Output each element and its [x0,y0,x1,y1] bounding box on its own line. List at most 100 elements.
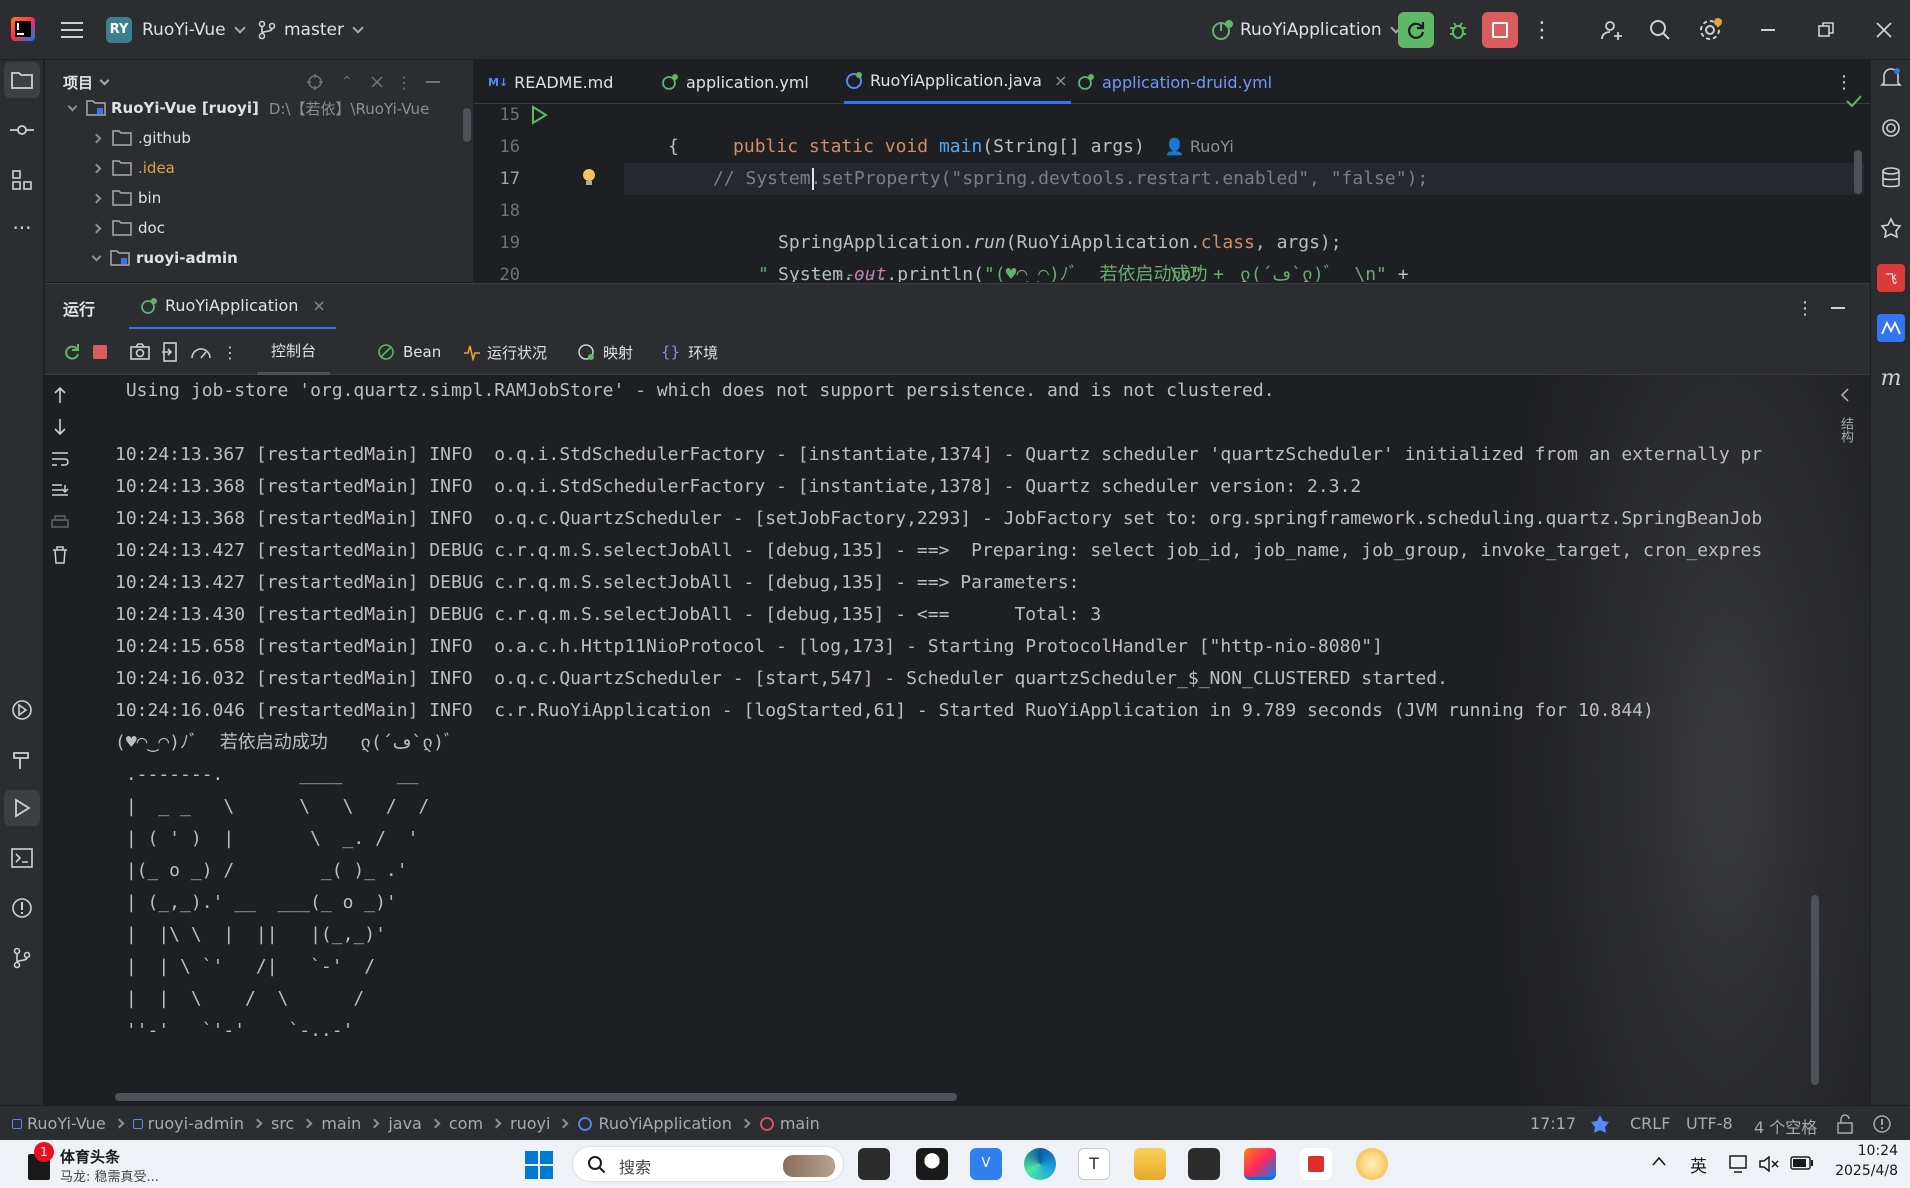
line-ending[interactable]: CRLF [1630,1114,1670,1133]
scroll-to-end-icon[interactable] [49,479,71,503]
tab-bean[interactable]: Bean [369,329,449,375]
breadcrumb-item[interactable]: main [759,1114,820,1133]
code-with-me-icon[interactable] [1590,1114,1610,1134]
camera-icon[interactable] [129,341,151,363]
maven-icon[interactable]: m [1877,364,1905,392]
typora-icon[interactable]: T [1078,1148,1110,1180]
battery-icon[interactable] [1790,1156,1814,1170]
tab-readme[interactable]: M↓ README.md [488,60,613,104]
run-gutter-icon[interactable] [530,105,548,125]
console-horizontal-scrollbar[interactable] [115,1093,957,1101]
tree-item-bin[interactable]: bin [45,183,473,213]
breadcrumb-item[interactable]: RuoYi-Vue [12,1114,106,1133]
run-config-selector[interactable]: RuoYiApplication [1210,0,1402,60]
stop-icon[interactable] [89,341,111,363]
main-menu-icon[interactable] [58,18,86,42]
network-icon[interactable] [1728,1154,1750,1174]
profiler-gauge-icon[interactable] [189,341,213,363]
task-view-icon[interactable] [858,1148,890,1180]
add-user-icon[interactable] [1596,14,1628,46]
volume-muted-icon[interactable] [1758,1154,1780,1174]
panel-options-icon[interactable]: ⋮ [396,72,412,92]
tree-item-idea[interactable]: .idea [45,153,473,183]
branch-selector[interactable]: master [258,0,364,60]
game-app-icon[interactable] [1356,1148,1388,1180]
rerun-button[interactable] [1398,12,1434,48]
console-vertical-scrollbar[interactable] [1811,895,1819,1085]
settings-gear-icon[interactable] [1694,14,1726,46]
collapse-side-icon[interactable] [1835,383,1855,407]
tab-health[interactable]: 运行状况 [455,329,555,375]
edge-browser-icon[interactable] [1024,1148,1056,1180]
exit-icon[interactable] [159,341,181,363]
qq-penguin-icon[interactable] [916,1148,948,1180]
tree-item-github[interactable]: .github [45,123,473,153]
project-scrollbar[interactable] [463,108,471,142]
breadcrumb-item[interactable]: src [271,1114,294,1133]
file-encoding[interactable]: UTF-8 [1686,1114,1733,1133]
ai-assistant-icon[interactable] [1877,114,1905,142]
collapse-all-icon[interactable] [367,72,387,92]
inspections-icon[interactable] [1872,1114,1892,1134]
tab-application-yml[interactable]: application.yml [660,60,809,104]
project-selector[interactable]: RY RuoYi-Vue [106,0,246,60]
breadcrumb-item[interactable]: RuoYiApplication [577,1114,732,1133]
restore-icon[interactable] [1810,14,1842,46]
ime-indicator[interactable]: 英 [1690,1152,1707,1177]
structure-side-label[interactable]: 结构 [1835,417,1855,443]
lock-icon[interactable] [1836,1114,1854,1134]
clock-time[interactable]: 10:24 [1832,1143,1898,1159]
breadcrumb-item[interactable]: com [449,1114,483,1133]
breadcrumb-item[interactable]: main [321,1114,361,1133]
console-output[interactable]: Using job-store 'org.quartz.simpl.RAMJob… [115,375,1865,1075]
git-tool-icon[interactable] [4,940,40,976]
windows-start-icon[interactable] [524,1150,554,1180]
lightbulb-icon[interactable] [582,168,596,188]
tab-environment[interactable]: {} 环境 [653,329,726,375]
run-tab-ruoyiapplication[interactable]: RuoYiApplication × [129,284,336,330]
print-icon[interactable] [49,511,71,535]
terminal-icon[interactable] [1188,1148,1220,1180]
tab-mappings[interactable]: 映射 [569,329,641,375]
soft-wrap-icon[interactable] [49,447,71,471]
more-tools-icon[interactable]: ··· [4,210,40,246]
close-tab-icon[interactable]: × [1054,71,1067,90]
run-options-icon[interactable]: ⋮ [1795,296,1815,320]
database-icon[interactable] [1877,164,1905,192]
cursor-position[interactable]: 17:17 [1530,1114,1576,1133]
no-problems-check-icon[interactable] [1846,94,1862,108]
minimize-icon[interactable] [1752,14,1784,46]
project-tool-icon[interactable] [4,62,40,98]
close-tab-icon[interactable]: × [312,296,325,315]
search-icon[interactable] [1644,14,1676,46]
vscode-icon[interactable]: V [970,1148,1002,1180]
tab-console[interactable]: 控制台 [257,329,331,375]
code-area[interactable]: public static void main(String[] args) 👤 … [624,104,1864,282]
red-app-icon[interactable] [1300,1148,1332,1180]
stop-button[interactable] [1482,12,1518,48]
indent-setting[interactable]: 4 个空格 [1754,1114,1817,1138]
notifications-bell-icon[interactable] [1877,64,1905,92]
tree-item-doc[interactable]: doc [45,213,473,243]
scroll-down-icon[interactable] [49,415,71,439]
more-actions-icon[interactable]: ⋮ [1530,14,1554,46]
translate-plugin-icon[interactable]: 飞 [1877,264,1905,292]
tab-options-icon[interactable]: ⋮ [1834,70,1854,94]
breadcrumb-item[interactable]: ruoyi-admin [132,1114,244,1133]
close-window-icon[interactable] [1868,14,1900,46]
hide-run-panel-icon[interactable] [1827,296,1849,320]
services-tool-icon[interactable] [4,692,40,728]
clear-trash-icon[interactable] [49,543,71,567]
file-explorer-icon[interactable] [1134,1148,1166,1180]
commit-tool-icon[interactable] [4,112,40,148]
terminal-tool-icon[interactable] [4,840,40,876]
clock-date[interactable]: 2025/4/8 [1822,1163,1898,1179]
plugin-icon[interactable] [1877,214,1905,242]
taskbar-search[interactable]: 搜索 [572,1146,844,1182]
project-view-selector[interactable]: 项目 [63,72,110,93]
debug-bug-icon[interactable] [1442,14,1474,46]
hide-panel-icon[interactable] [423,72,443,92]
scroll-up-icon[interactable] [49,383,71,407]
news-widget[interactable]: 1 体育头条 马龙: 稳需真受... [24,1142,214,1186]
problems-tool-icon[interactable] [4,890,40,926]
